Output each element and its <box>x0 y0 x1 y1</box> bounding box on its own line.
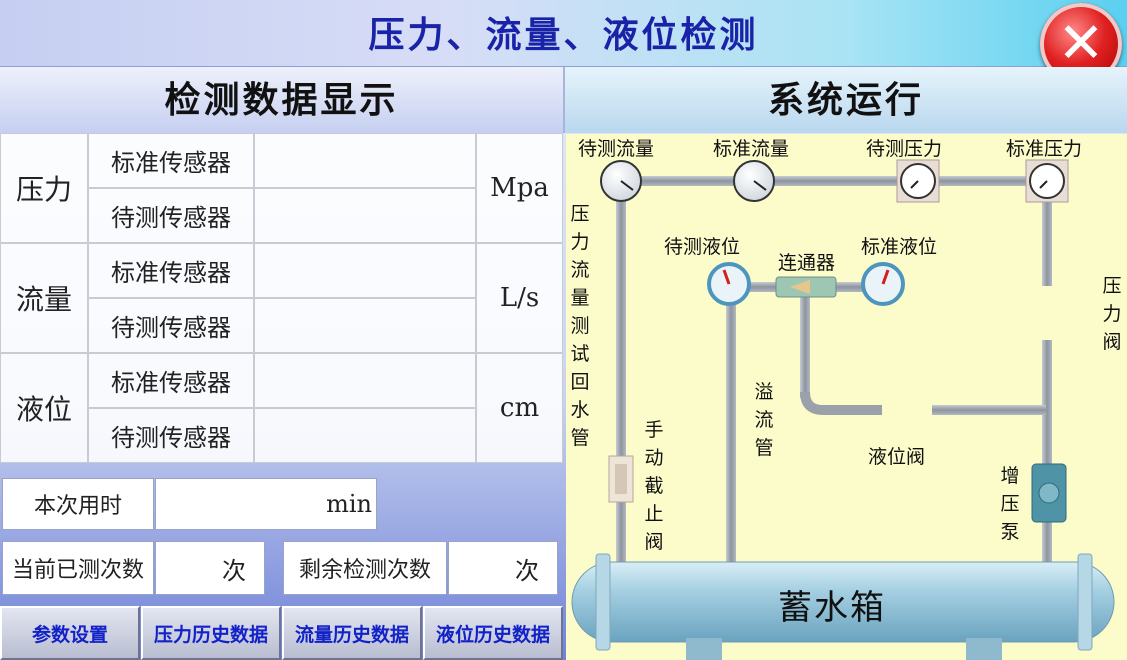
label-flow-std: 标准流量 <box>713 138 790 160</box>
unit-label: L/s <box>476 243 563 353</box>
tested-count-label: 当前已测次数 <box>2 541 154 595</box>
pressure-history-button[interactable]: 压力历史数据 <box>141 606 281 660</box>
time-used-value: min <box>155 478 377 530</box>
label-level-valve: 液位阀 <box>868 446 926 468</box>
pipe-top <box>620 176 1048 186</box>
pressure-std-value <box>254 133 476 188</box>
flow-test-gauge <box>600 160 642 202</box>
label-booster-pump: 增压泵 <box>1000 465 1020 543</box>
remaining-count-unit: 次 <box>515 556 539 585</box>
sensor-label: 标准传感器 <box>88 133 254 188</box>
level-std-gauge <box>861 262 905 306</box>
sensor-label: 待测传感器 <box>88 408 254 463</box>
label-manual-valve: 手动截止阀 <box>644 419 664 553</box>
unit-label: Mpa <box>476 133 563 243</box>
sensor-label: 标准传感器 <box>88 353 254 408</box>
flow-history-button[interactable]: 流量历史数据 <box>282 606 422 660</box>
pipe-right-lower <box>1042 340 1052 570</box>
sensor-label: 标准传感器 <box>88 243 254 298</box>
level-history-button[interactable]: 液位历史数据 <box>423 606 563 660</box>
label-pressure-test: 待测压力 <box>866 138 943 160</box>
time-used-unit: min <box>326 490 372 518</box>
data-display-header: 检测数据显示 <box>0 67 565 133</box>
remaining-count-label: 剩余检测次数 <box>283 541 447 595</box>
label-level-test: 待测液位 <box>664 236 741 258</box>
system-run-header: 系统运行 <box>565 67 1127 133</box>
row-label-level: 液位 <box>0 353 88 463</box>
label-tank: 蓄水箱 <box>778 588 886 628</box>
data-table: 压力 标准传感器 待测传感器 Mpa 流量 标准传感器 待测传感器 L/s 液位… <box>0 133 563 463</box>
level-std-value <box>254 353 476 408</box>
pressure-std-gauge <box>1025 159 1069 203</box>
system-diagram: 待测流量 标准流量 待测压力 标准压力 待测液位 连通器 标准液位 液位阀 压力… <box>566 134 1127 660</box>
level-test-gauge <box>707 262 751 306</box>
tested-count-unit: 次 <box>222 556 246 585</box>
pressure-test-value <box>254 188 476 243</box>
pipe-connector-down <box>800 286 810 398</box>
label-connector: 连通器 <box>778 252 836 274</box>
pipe-level-valve <box>932 405 1046 415</box>
sensor-label: 待测传感器 <box>88 298 254 353</box>
pipe-elbow <box>800 391 882 415</box>
pressure-test-gauge <box>896 159 940 203</box>
label-return-pipe: 压力流量测试回水管 <box>570 203 590 449</box>
flow-std-gauge <box>733 160 775 202</box>
label-flow-test: 待测流量 <box>578 138 655 160</box>
flow-std-value <box>254 243 476 298</box>
remaining-count-value: 次 <box>448 541 558 595</box>
sensor-label: 待测传感器 <box>88 188 254 243</box>
flow-test-value <box>254 298 476 353</box>
time-used-label: 本次用时 <box>2 478 154 530</box>
label-level-std: 标准液位 <box>861 236 938 258</box>
level-test-value <box>254 408 476 463</box>
row-label-pressure: 压力 <box>0 133 88 243</box>
tested-count-value: 次 <box>155 541 265 595</box>
label-pressure-valve: 压力阀 <box>1102 275 1122 353</box>
label-overflow-pipe: 溢流管 <box>754 381 774 459</box>
params-settings-button[interactable]: 参数设置 <box>0 606 140 660</box>
label-pressure-std: 标准压力 <box>1006 138 1083 160</box>
unit-label: cm <box>476 353 563 463</box>
pipe-overflow <box>726 286 736 570</box>
pipe-left <box>616 182 626 570</box>
row-label-flow: 流量 <box>0 243 88 353</box>
window-title: 压力、流量、液位检测 <box>368 14 759 56</box>
